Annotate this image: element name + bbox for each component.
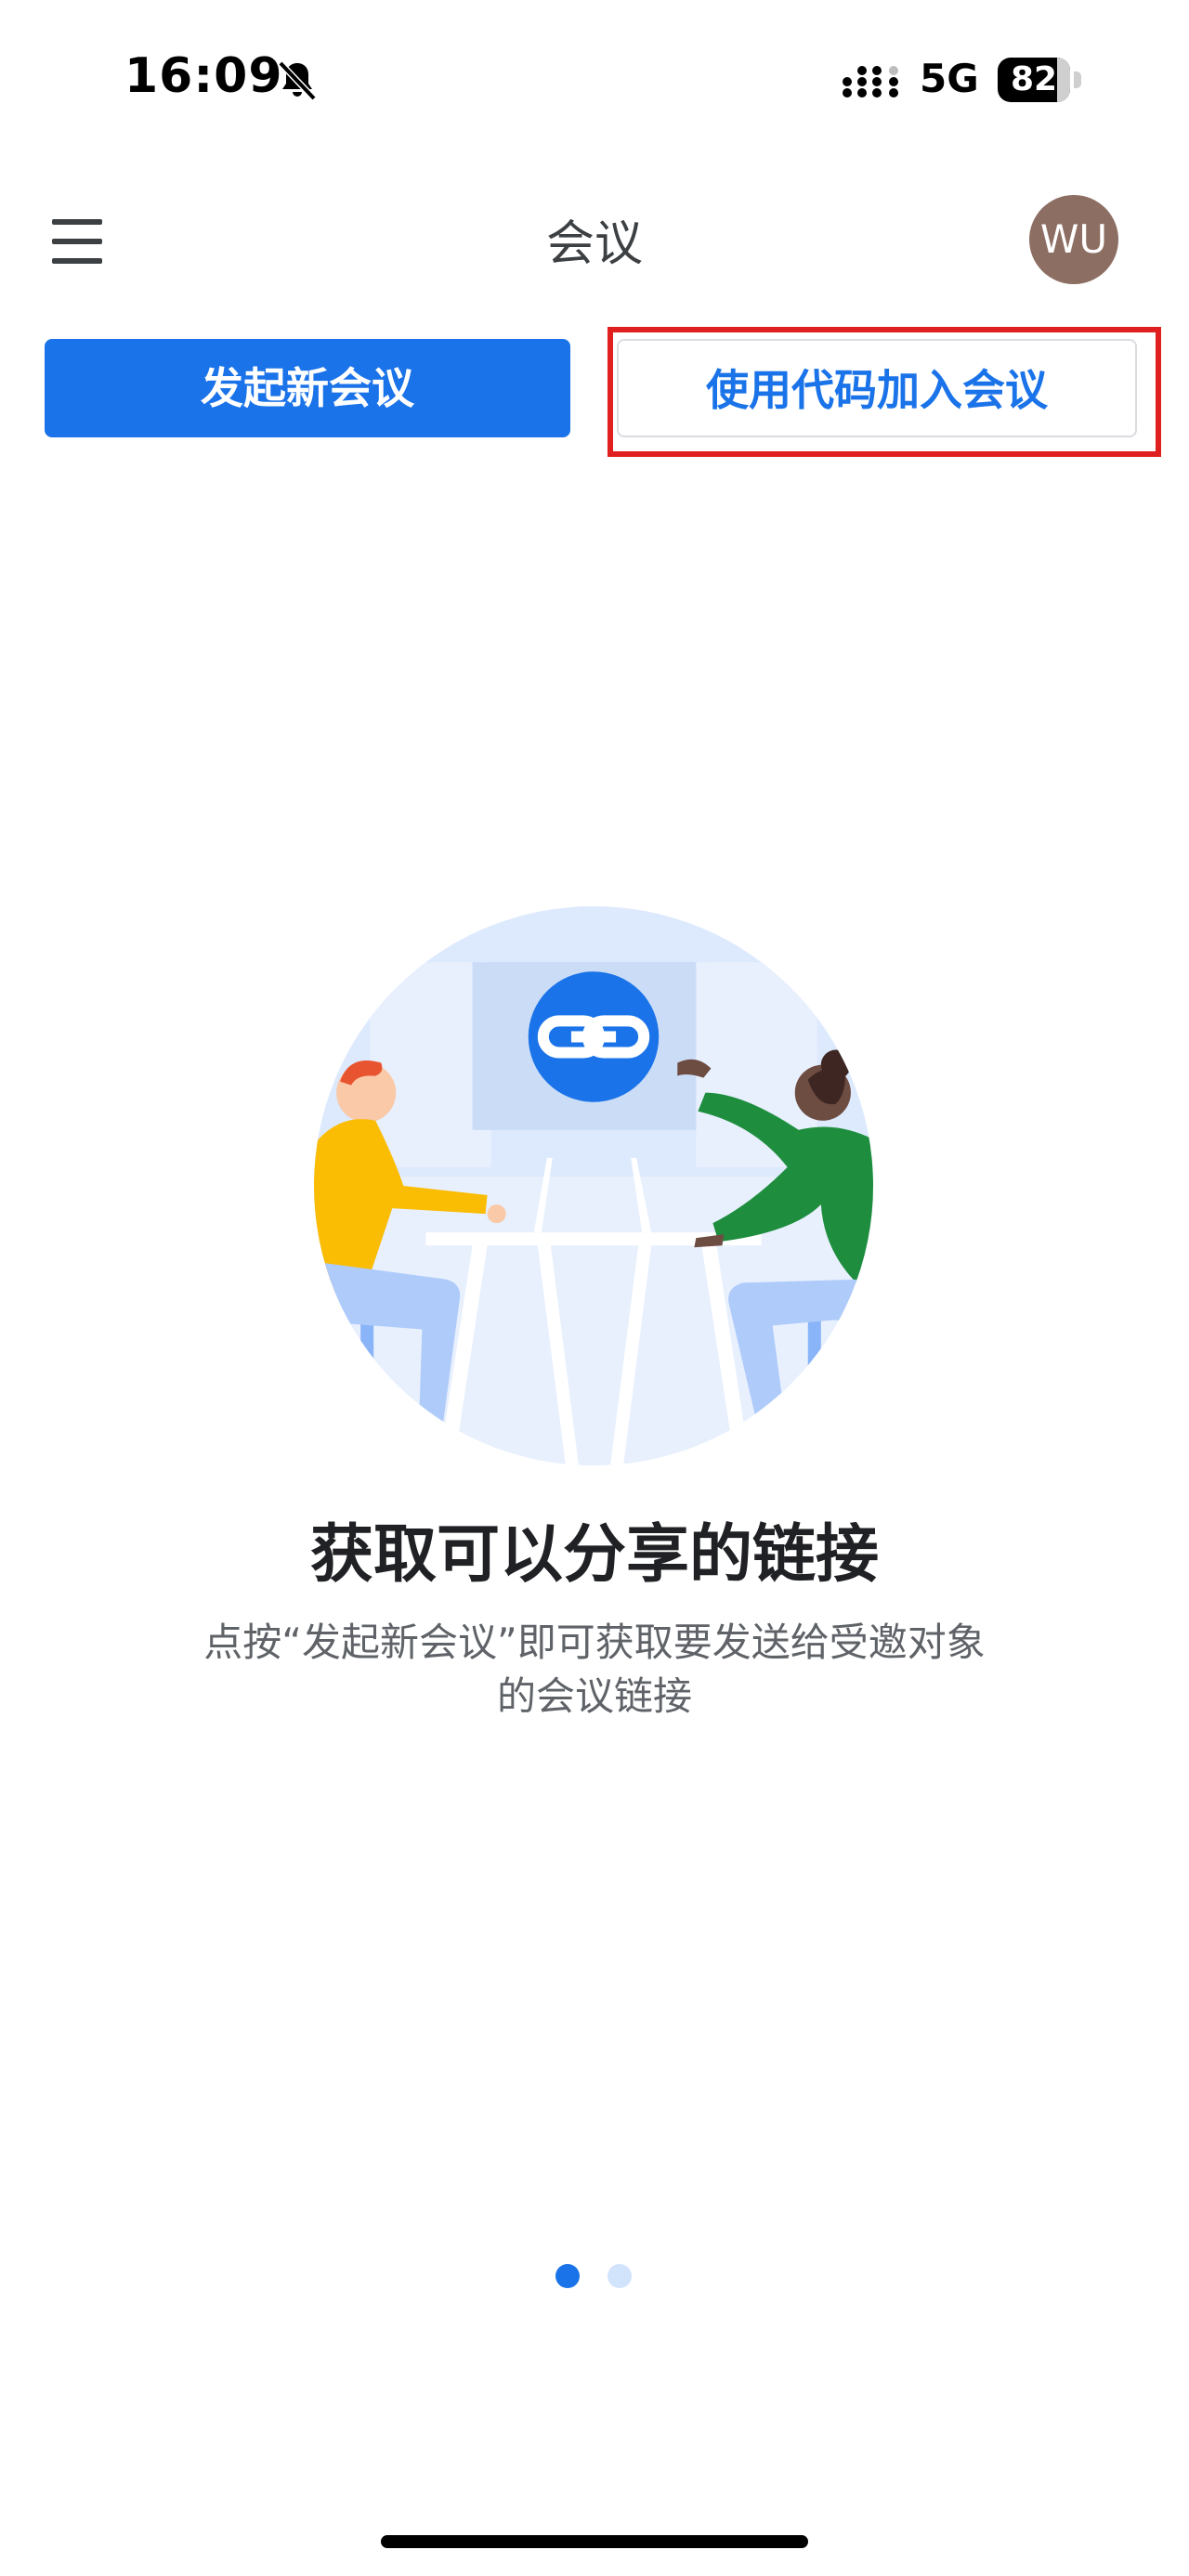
page-title: 会议 — [545, 216, 643, 272]
battery-icon: 82 — [998, 58, 1083, 102]
page-indicator-dot-active[interactable] — [555, 2264, 580, 2288]
meet-home-screen: 16:09 5G 82 会议 WU 发起新会议 使用代码加入会议 获取可以分享的… — [0, 0, 1189, 2576]
network-type: 5G — [920, 56, 979, 101]
carousel-description: 点按“发起新会议”即可获取要发送给受邀对象的会议链接 — [203, 1620, 986, 1719]
bell-muted-icon — [278, 60, 317, 101]
cellular-signal-icon — [843, 66, 898, 98]
battery-level: 82 — [1010, 60, 1058, 98]
new-meeting-button[interactable]: 发起新会议 — [45, 339, 570, 437]
home-indicator[interactable] — [381, 2535, 808, 2548]
carousel-headline: 获取可以分享的链接 — [309, 1518, 879, 1592]
page-indicator-dot[interactable] — [608, 2264, 632, 2288]
share-link-illustration — [314, 906, 873, 1465]
avatar[interactable]: WU — [1029, 195, 1118, 284]
status-time: 16:09 — [124, 48, 283, 104]
join-with-code-button[interactable]: 使用代码加入会议 — [617, 339, 1137, 437]
